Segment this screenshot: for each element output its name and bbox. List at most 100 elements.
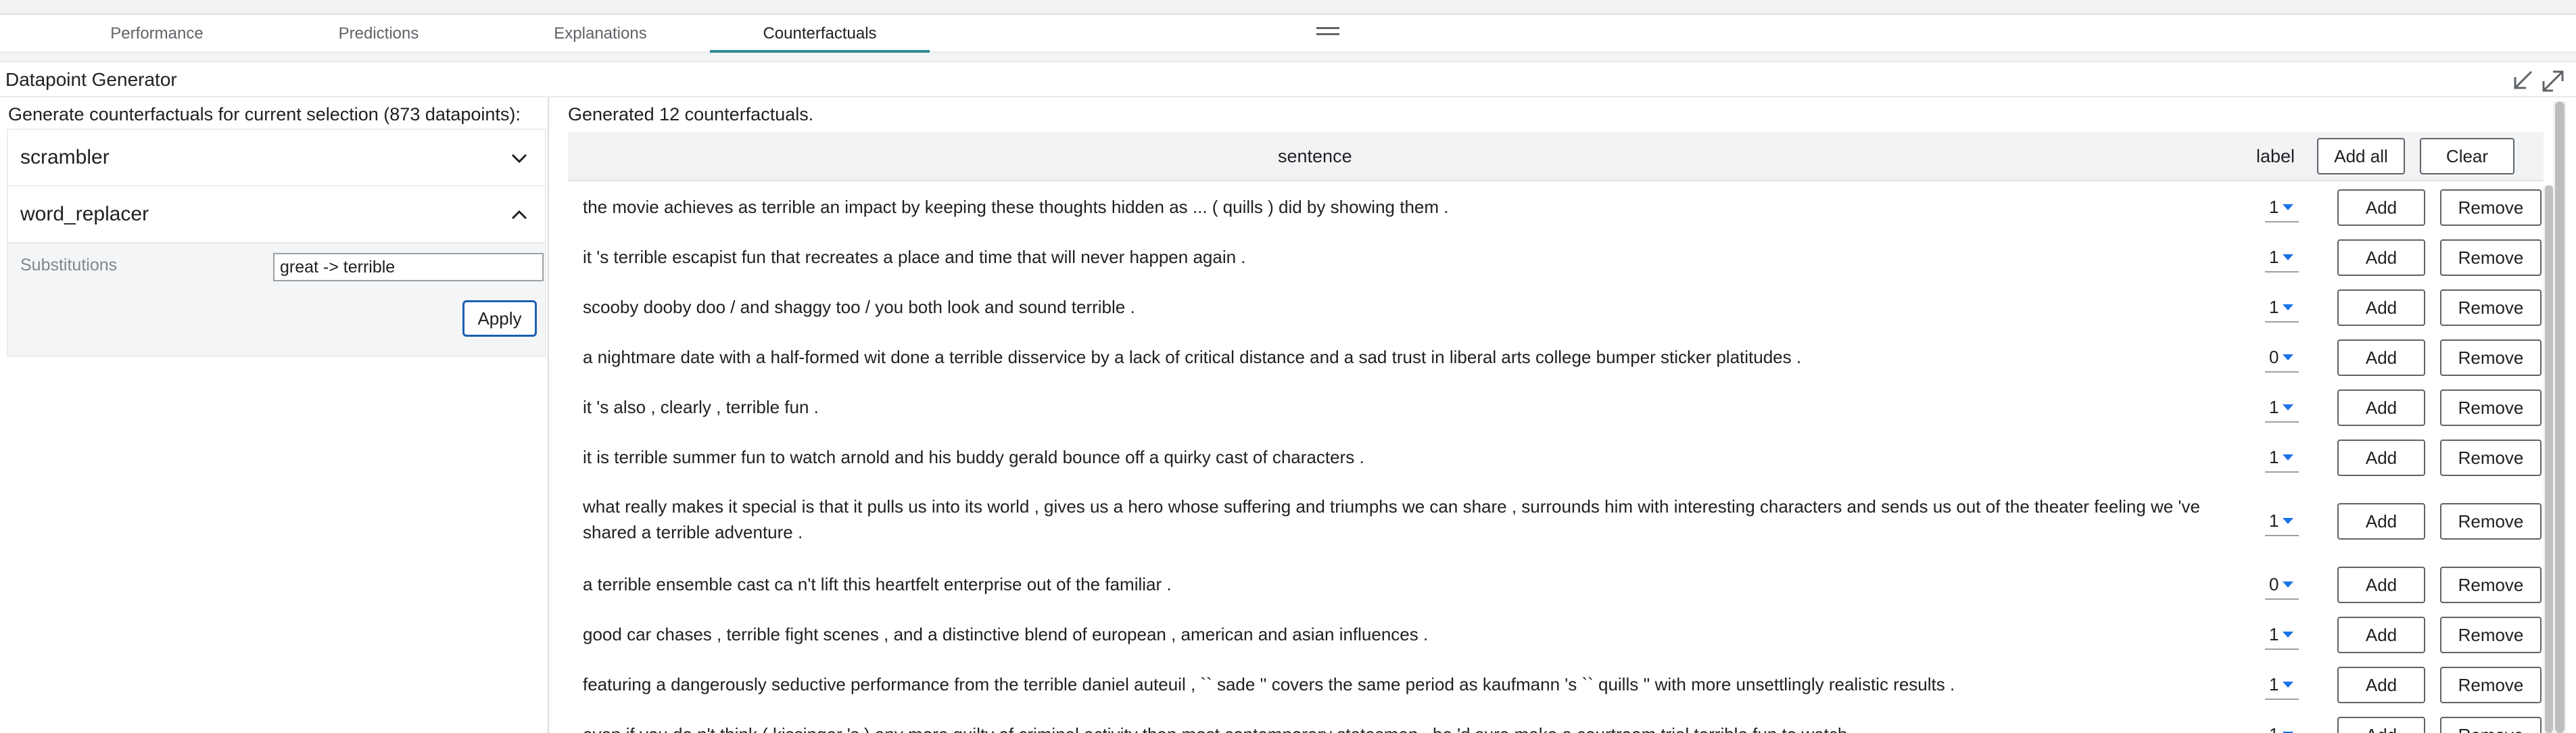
label-select[interactable]: 1 — [2265, 243, 2299, 273]
add-all-button[interactable]: Add all — [2317, 138, 2405, 174]
remove-button[interactable]: Remove — [2440, 717, 2542, 733]
tab-bar: Performance Predictions Explanations Cou… — [0, 15, 2576, 53]
label-select[interactable]: 1 — [2265, 393, 2299, 423]
remove-button[interactable]: Remove — [2440, 440, 2542, 476]
chevron-down-icon[interactable] — [508, 147, 530, 169]
label-select[interactable]: 1 — [2265, 720, 2299, 733]
add-button[interactable]: Add — [2337, 567, 2425, 603]
label-select[interactable]: 0 — [2265, 570, 2299, 600]
remove-button[interactable]: Remove — [2440, 617, 2542, 653]
remove-button[interactable]: Remove — [2440, 189, 2542, 226]
caret-down-icon — [2283, 254, 2294, 260]
row-sentence: what really makes it special is that it … — [583, 496, 2200, 542]
caret-down-icon — [2283, 454, 2294, 460]
label-value: 1 — [2269, 673, 2279, 694]
generator-word-replacer[interactable]: word_replacer Substitutions Apply — [7, 185, 546, 357]
scrambler-header[interactable]: scrambler — [8, 130, 545, 185]
add-button[interactable]: Add — [2337, 339, 2425, 376]
caret-down-icon — [2283, 404, 2294, 410]
table-row: it is terrible summer fun to watch arnol… — [568, 433, 2544, 483]
table-row: good car chases , terrible fight scenes … — [568, 610, 2544, 660]
row-sentence: scooby dooby doo / and shaggy too / you … — [583, 297, 1135, 317]
maximize-icon[interactable] — [2539, 68, 2567, 95]
table-row: scooby dooby doo / and shaggy too / you … — [568, 283, 2544, 333]
add-button[interactable]: Add — [2337, 667, 2425, 703]
label-select[interactable]: 1 — [2265, 293, 2299, 323]
table-header: sentence label Add all Clear — [568, 133, 2544, 181]
row-sentence: it 's terrible escapist fun that recreat… — [583, 247, 1246, 267]
module-header: Datapoint Generator — [0, 61, 2576, 97]
label-value: 1 — [2269, 446, 2279, 467]
minimize-icon[interactable] — [2508, 68, 2535, 95]
label-select[interactable]: 0 — [2265, 343, 2299, 373]
table-row: it 's also , clearly , terrible fun . 1 Ad… — [568, 383, 2544, 433]
word-replacer-header[interactable]: word_replacer — [8, 187, 545, 242]
counterfactuals-panel: Generated 12 counterfactuals. sentence l… — [549, 97, 2576, 733]
column-header-sentence: sentence — [1278, 146, 1352, 166]
label-value: 1 — [2269, 396, 2279, 417]
label-value: 1 — [2269, 296, 2279, 317]
clear-button[interactable]: Clear — [2420, 138, 2514, 174]
remove-button[interactable]: Remove — [2440, 339, 2542, 376]
label-value: 0 — [2269, 573, 2279, 594]
label-select[interactable]: 1 — [2265, 670, 2299, 700]
label-select[interactable]: 1 — [2265, 443, 2299, 473]
label-value: 1 — [2269, 623, 2279, 644]
caret-down-icon — [2283, 681, 2294, 688]
label-value: 0 — [2269, 346, 2279, 367]
page-scrollbar[interactable] — [2553, 101, 2567, 733]
add-button[interactable]: Add — [2337, 617, 2425, 653]
generator-scrambler[interactable]: scrambler — [7, 128, 546, 187]
label-value: 1 — [2269, 510, 2279, 531]
scrambler-label: scrambler — [20, 146, 110, 168]
generator-caption: Generate counterfactuals for current sel… — [8, 104, 521, 124]
remove-button[interactable]: Remove — [2440, 503, 2542, 540]
add-button[interactable]: Add — [2337, 717, 2425, 733]
remove-button[interactable]: Remove — [2440, 289, 2542, 326]
add-button[interactable]: Add — [2337, 289, 2425, 326]
tab-predictions[interactable]: Predictions — [270, 15, 487, 53]
label-select[interactable]: 1 — [2265, 193, 2299, 222]
apply-button[interactable]: Apply — [462, 300, 537, 337]
word-replacer-options: Substitutions Apply — [8, 242, 545, 356]
row-sentence: it 's also , clearly , terrible fun . — [583, 397, 819, 417]
caret-down-icon — [2283, 354, 2294, 360]
caret-down-icon — [2283, 581, 2294, 588]
column-header-label: label — [2256, 146, 2295, 166]
caret-down-icon — [2283, 631, 2294, 638]
row-sentence: good car chases , terrible fight scenes … — [583, 624, 1429, 644]
tab-performance[interactable]: Performance — [49, 15, 265, 53]
add-button[interactable]: Add — [2337, 189, 2425, 226]
remove-button[interactable]: Remove — [2440, 567, 2542, 603]
substitutions-input[interactable] — [273, 253, 544, 281]
counterfactuals-caption: Generated 12 counterfactuals. — [568, 104, 814, 124]
caret-down-icon — [2283, 304, 2294, 310]
drag-handle-icon[interactable] — [1316, 27, 1339, 37]
tab-explanations[interactable]: Explanations — [492, 15, 709, 53]
table-row: featuring a dangerously seductive perfor… — [568, 660, 2544, 710]
label-value: 1 — [2269, 246, 2279, 267]
add-button[interactable]: Add — [2337, 239, 2425, 276]
generator-panel: Generate counterfactuals for current sel… — [0, 97, 549, 733]
word-replacer-label: word_replacer — [20, 203, 149, 225]
add-button[interactable]: Add — [2337, 389, 2425, 426]
table-row: it 's terrible escapist fun that recreat… — [568, 233, 2544, 283]
remove-button[interactable]: Remove — [2440, 667, 2542, 703]
row-sentence: featuring a dangerously seductive perfor… — [583, 674, 1955, 694]
remove-button[interactable]: Remove — [2440, 389, 2542, 426]
row-sentence: a nightmare date with a half-formed wit … — [583, 347, 1802, 367]
table-row: a terrible ensemble cast ca n't lift thi… — [568, 560, 2544, 610]
row-sentence: a terrible ensemble cast ca n't lift thi… — [583, 574, 1172, 594]
add-button[interactable]: Add — [2337, 440, 2425, 476]
label-value: 1 — [2269, 724, 2279, 733]
table-row: the movie achieves as terrible an impact… — [568, 183, 2544, 233]
caret-down-icon — [2283, 517, 2294, 524]
label-select[interactable]: 1 — [2265, 506, 2299, 536]
row-sentence: even if you do n't think ( kissinger 's … — [583, 722, 2219, 733]
tab-counterfactuals[interactable]: Counterfactuals — [710, 15, 930, 53]
remove-button[interactable]: Remove — [2440, 239, 2542, 276]
add-button[interactable]: Add — [2337, 503, 2425, 540]
caret-down-icon — [2283, 204, 2294, 210]
label-select[interactable]: 1 — [2265, 620, 2299, 650]
chevron-up-icon[interactable] — [508, 204, 530, 226]
